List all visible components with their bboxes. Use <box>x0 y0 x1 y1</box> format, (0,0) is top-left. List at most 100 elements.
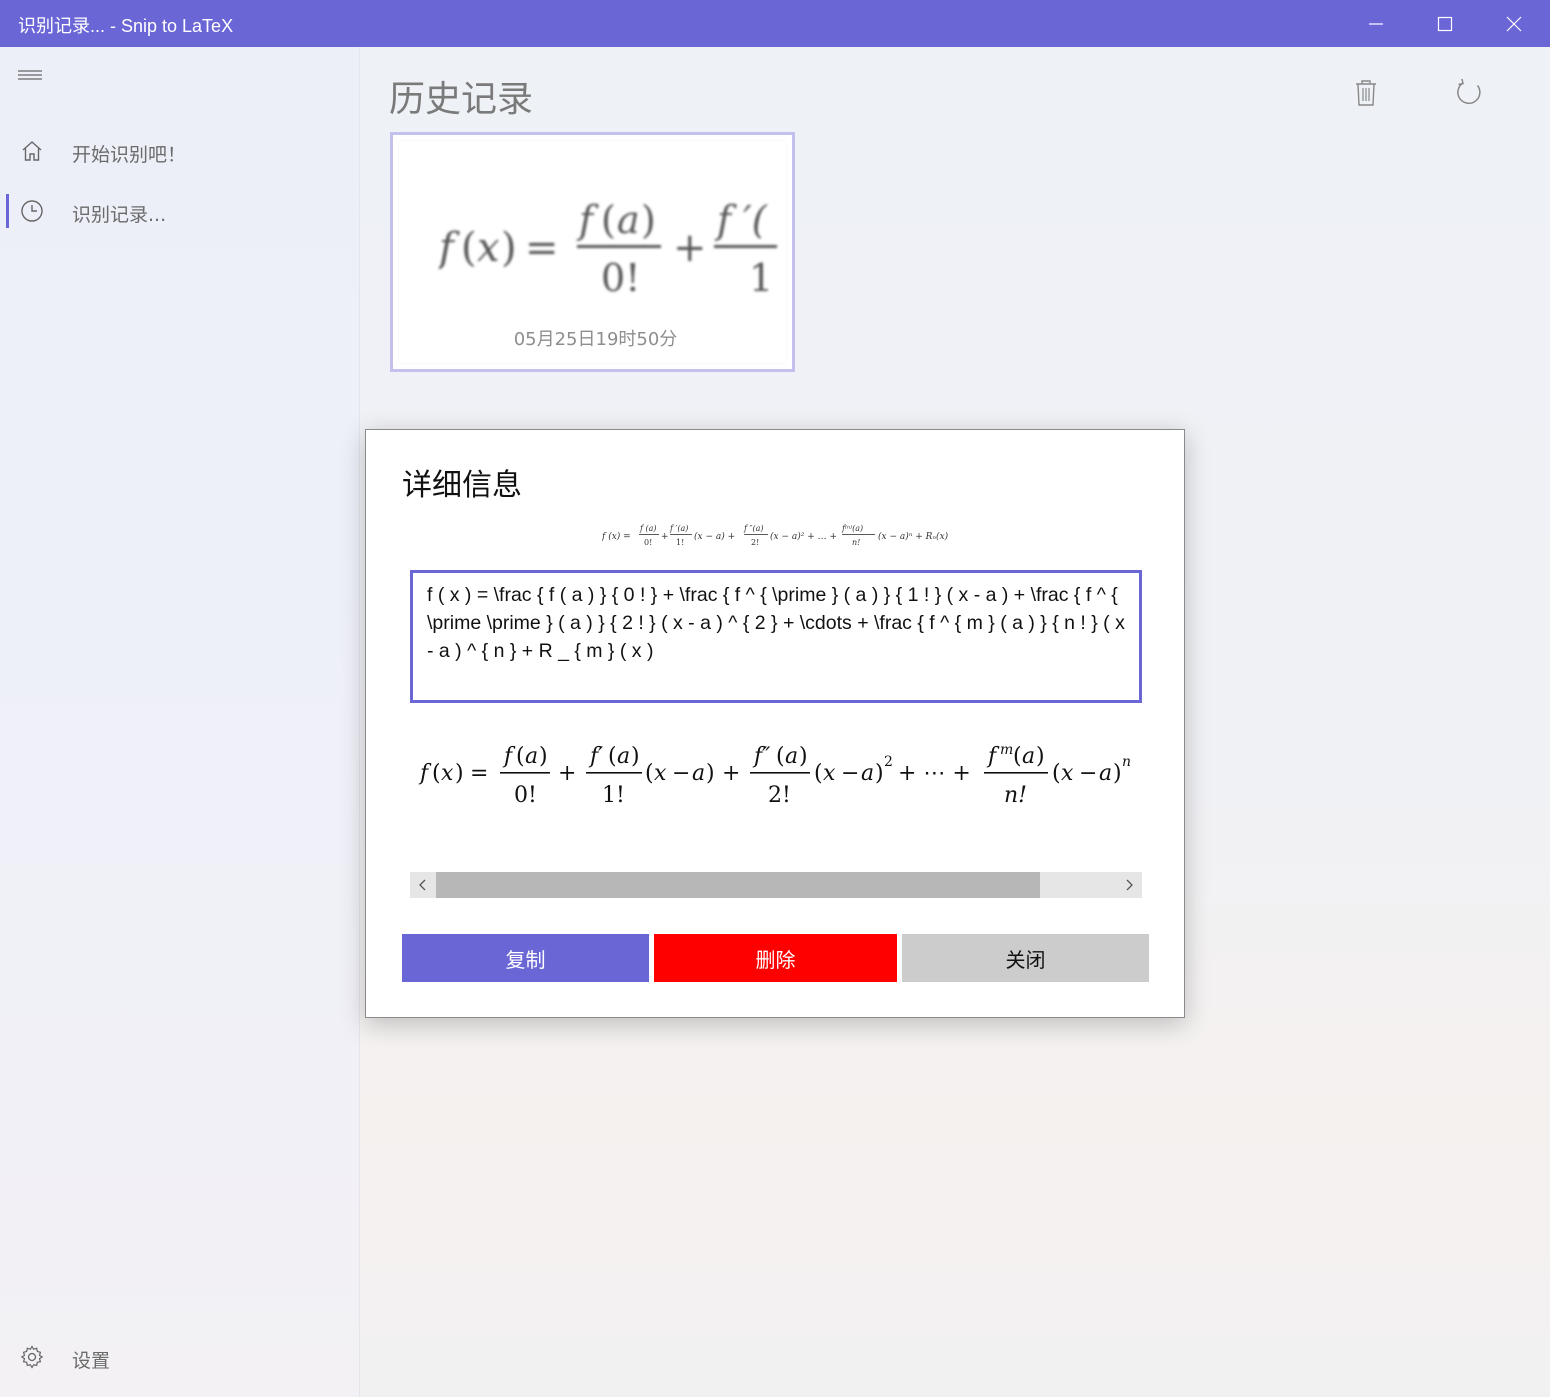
scroll-left-button[interactable] <box>410 872 436 898</box>
svg-text:=: = <box>470 761 488 786</box>
svg-text:−: − <box>672 761 690 786</box>
scroll-right-button[interactable] <box>1116 872 1142 898</box>
svg-text:−: − <box>1079 761 1097 786</box>
svg-text:(x − a) +: (x − a) + <box>694 531 735 542</box>
svg-text:1!: 1! <box>676 538 684 547</box>
svg-text:x: x <box>654 761 667 786</box>
maximize-button[interactable] <box>1411 0 1479 47</box>
svg-text:f: f <box>986 744 1000 769</box>
svg-text:f (a): f (a) <box>639 524 657 533</box>
detail-dialog: 详细信息 f (x) = f (a) 0! + f ′(a) 1! (x − a… <box>365 429 1185 1018</box>
svg-text:(: ( <box>1013 744 1022 769</box>
svg-text:2: 2 <box>884 754 893 770</box>
svg-text:+ ⋯ +: + ⋯ + <box>898 761 971 786</box>
chevron-right-icon <box>1126 879 1133 891</box>
svg-text:): ) <box>631 744 640 769</box>
svg-text:2!: 2! <box>768 783 791 808</box>
svg-text:n!: n! <box>852 538 860 547</box>
refresh-button[interactable] <box>1449 73 1489 113</box>
svg-text:f ′(a): f ′(a) <box>669 524 688 533</box>
delete-all-button[interactable] <box>1346 73 1386 113</box>
svg-text:x: x <box>823 761 836 786</box>
home-icon <box>22 141 42 161</box>
svg-text:a: a <box>617 198 640 242</box>
formula-thumbnail: f ( x ) = f ( a ) 0! + f ′( 1 <box>439 198 777 300</box>
refresh-icon <box>1457 78 1481 105</box>
sidebar-item-history[interactable]: 识别记录... <box>0 187 360 235</box>
svg-text:f: f <box>576 198 599 242</box>
svg-text:f ″(a): f ″(a) <box>743 524 764 533</box>
svg-text:): ) <box>1036 744 1045 769</box>
svg-text:): ) <box>875 761 884 786</box>
svg-text:(: ( <box>461 225 477 271</box>
close-window-button[interactable] <box>1480 0 1548 47</box>
gear-icon <box>20 1345 44 1369</box>
svg-text:f ′(: f ′( <box>714 198 768 242</box>
svg-text:): ) <box>641 198 656 242</box>
dialog-title: 详细信息 <box>402 468 522 503</box>
svg-text:a: a <box>1099 761 1112 786</box>
svg-text:): ) <box>1113 761 1122 786</box>
svg-text:+: + <box>722 761 740 786</box>
sidebar-item-label: 设置 <box>72 1350 111 1372</box>
copy-button[interactable]: 复制 <box>402 934 649 982</box>
history-card[interactable]: f ( x ) = f ( a ) 0! + f ′( 1 05月25日19时5… <box>390 132 795 372</box>
svg-text:a: a <box>525 744 538 769</box>
horizontal-scrollbar[interactable] <box>410 872 1142 898</box>
page-title: 历史记录 <box>389 79 534 120</box>
sidebar-item-label: 识别记录... <box>72 204 167 226</box>
close-icon <box>1506 16 1522 31</box>
sidebar: 开始识别吧！ 识别记录... 设置 <box>0 47 360 1397</box>
svg-text:(x − a)² + … +: (x − a)² + … + <box>770 531 837 542</box>
history-card-inner: f ( x ) = f ( a ) 0! + f ′( 1 05月25日19时5… <box>399 141 786 363</box>
delete-button[interactable]: 删除 <box>654 934 897 982</box>
svg-text:m: m <box>1000 742 1013 758</box>
latex-text-field[interactable]: f ( x ) = \frac { f ( a ) } { 0 ! } + \f… <box>410 570 1142 703</box>
svg-text:f′: f′ <box>588 744 603 769</box>
title-bar: 识别记录... - Snip to LaTeX <box>0 0 1550 47</box>
svg-text:a: a <box>692 761 705 786</box>
svg-text:(: ( <box>432 761 441 786</box>
history-date: 05月25日19时50分 <box>513 329 678 350</box>
sidebar-item-settings[interactable]: 设置 <box>0 1333 360 1381</box>
clock-icon <box>21 200 43 222</box>
svg-text:): ) <box>706 761 715 786</box>
svg-text:−: − <box>841 761 859 786</box>
svg-text:x: x <box>477 225 500 271</box>
scrollbar-thumb[interactable] <box>436 872 1040 898</box>
svg-text:0!: 0! <box>644 538 652 547</box>
svg-text:(: ( <box>516 744 525 769</box>
svg-text:a: a <box>1022 744 1035 769</box>
svg-text:f (x) =: f (x) = <box>602 531 631 542</box>
svg-text:a: a <box>785 744 798 769</box>
svg-text:1: 1 <box>749 256 773 300</box>
svg-text:): ) <box>501 225 517 271</box>
svg-text:f: f <box>502 744 516 769</box>
svg-text:f″: f″ <box>752 744 771 769</box>
svg-text:+: + <box>558 761 576 786</box>
svg-text:(x − a)ⁿ + Rₙ(x): (x − a)ⁿ + Rₙ(x) <box>878 531 949 542</box>
svg-text:0!: 0! <box>601 256 640 300</box>
window-title: 识别记录... - Snip to LaTeX <box>18 16 234 36</box>
svg-text:1!: 1! <box>602 783 625 808</box>
svg-text:+: + <box>673 225 707 271</box>
svg-text:x: x <box>441 761 454 786</box>
svg-text:n!: n! <box>1004 783 1027 808</box>
maximize-icon <box>1437 16 1453 31</box>
svg-text:(: ( <box>776 744 785 769</box>
svg-text:(: ( <box>601 198 616 242</box>
svg-text:(: ( <box>645 761 654 786</box>
svg-text:): ) <box>539 744 548 769</box>
svg-text:f: f <box>439 225 460 271</box>
svg-text:a: a <box>861 761 874 786</box>
minimize-button[interactable] <box>1342 0 1410 47</box>
close-button[interactable]: 关闭 <box>902 934 1149 982</box>
sidebar-item-home[interactable]: 开始识别吧！ <box>0 127 360 175</box>
svg-text:=: = <box>525 225 559 271</box>
svg-text:(: ( <box>814 761 823 786</box>
svg-text:): ) <box>799 744 808 769</box>
svg-text:a: a <box>617 744 630 769</box>
svg-text:2!: 2! <box>751 538 759 547</box>
svg-text:+: + <box>661 532 669 542</box>
hamburger-menu-icon[interactable] <box>18 69 42 87</box>
